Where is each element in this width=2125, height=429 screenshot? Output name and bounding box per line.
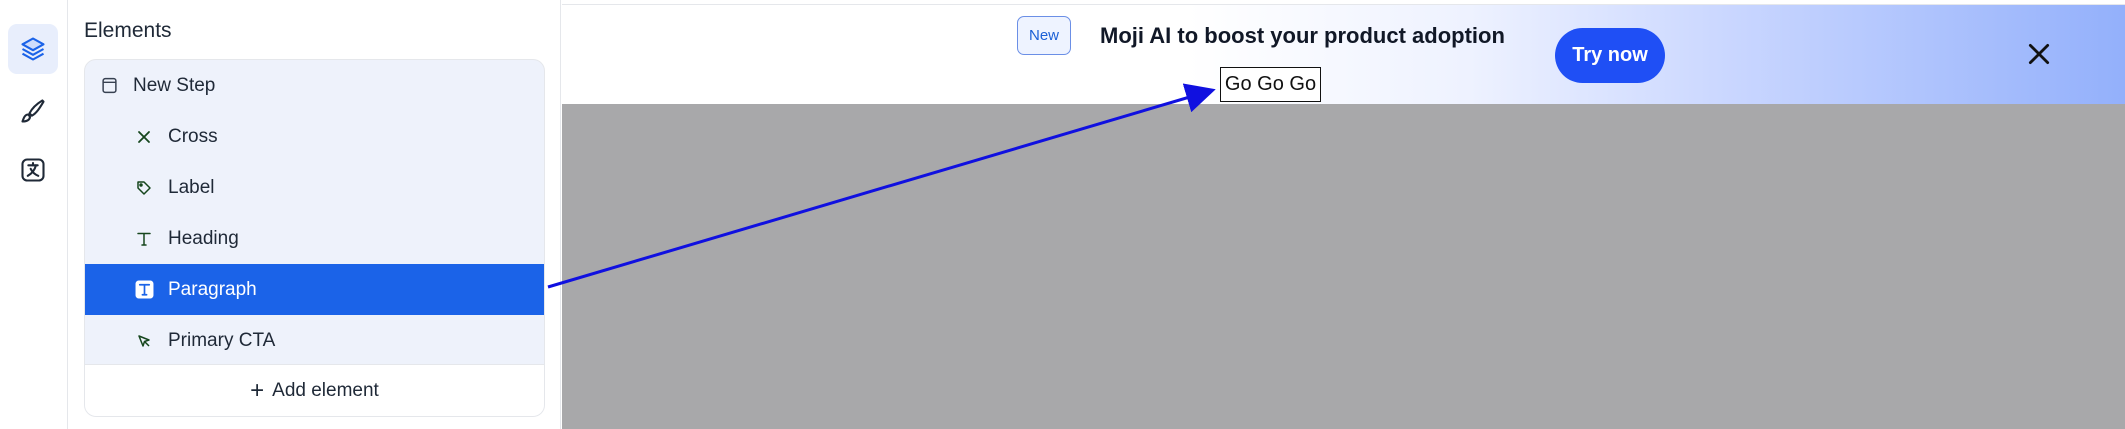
preview-canvas[interactable]: New Moji AI to boost your product adopti… (562, 0, 2125, 429)
step-icon (99, 76, 119, 96)
announcement-banner: New Moji AI to boost your product adopti… (562, 5, 2125, 104)
tree-item-label: Cross (168, 125, 218, 147)
layers-icon (19, 35, 47, 63)
tree-item-label: Label (168, 176, 215, 198)
translate-icon (19, 156, 47, 184)
try-now-button[interactable]: Try now (1555, 28, 1665, 83)
cross-icon (134, 127, 154, 147)
tree-item-paragraph[interactable]: Paragraph (85, 264, 544, 315)
tool-rail (0, 0, 68, 429)
banner-close-button[interactable] (2024, 41, 2054, 71)
banner-heading: Moji AI to boost your product adoption (1100, 23, 1505, 48)
elements-panel: Elements New Step Cross Label Heading Pa… (69, 0, 561, 429)
style-tab[interactable] (8, 86, 58, 136)
element-tree: New Step Cross Label Heading Paragraph P… (84, 59, 545, 417)
tree-item-label[interactable]: Label (85, 162, 544, 213)
tree-item-heading[interactable]: Heading (85, 213, 544, 264)
layers-tab[interactable] (8, 24, 58, 74)
tag-icon (134, 178, 154, 198)
add-element-button[interactable]: + Add element (85, 364, 544, 416)
new-badge: New (1017, 16, 1071, 55)
tree-item-label: Primary CTA (168, 329, 276, 351)
brush-icon (19, 97, 47, 125)
tree-item-primary-cta[interactable]: Primary CTA (85, 315, 544, 366)
plus-icon: + (250, 376, 265, 404)
tree-item-label: New Step (133, 74, 216, 96)
tree-item-label: Heading (168, 227, 239, 249)
panel-title: Elements (84, 19, 172, 42)
translate-tab[interactable] (8, 145, 58, 195)
tree-item-cross[interactable]: Cross (85, 111, 544, 162)
editor-window: Elements New Step Cross Label Heading Pa… (0, 0, 2125, 429)
add-element-label: Add element (272, 379, 379, 401)
cursor-icon (134, 331, 154, 351)
paragraph-icon (134, 280, 154, 300)
heading-icon (134, 229, 154, 249)
tree-item-label: Paragraph (168, 278, 257, 300)
banner-label[interactable]: Go Go Go (1220, 67, 1321, 102)
close-icon (2026, 41, 2052, 72)
tree-item-new-step[interactable]: New Step (85, 60, 544, 111)
